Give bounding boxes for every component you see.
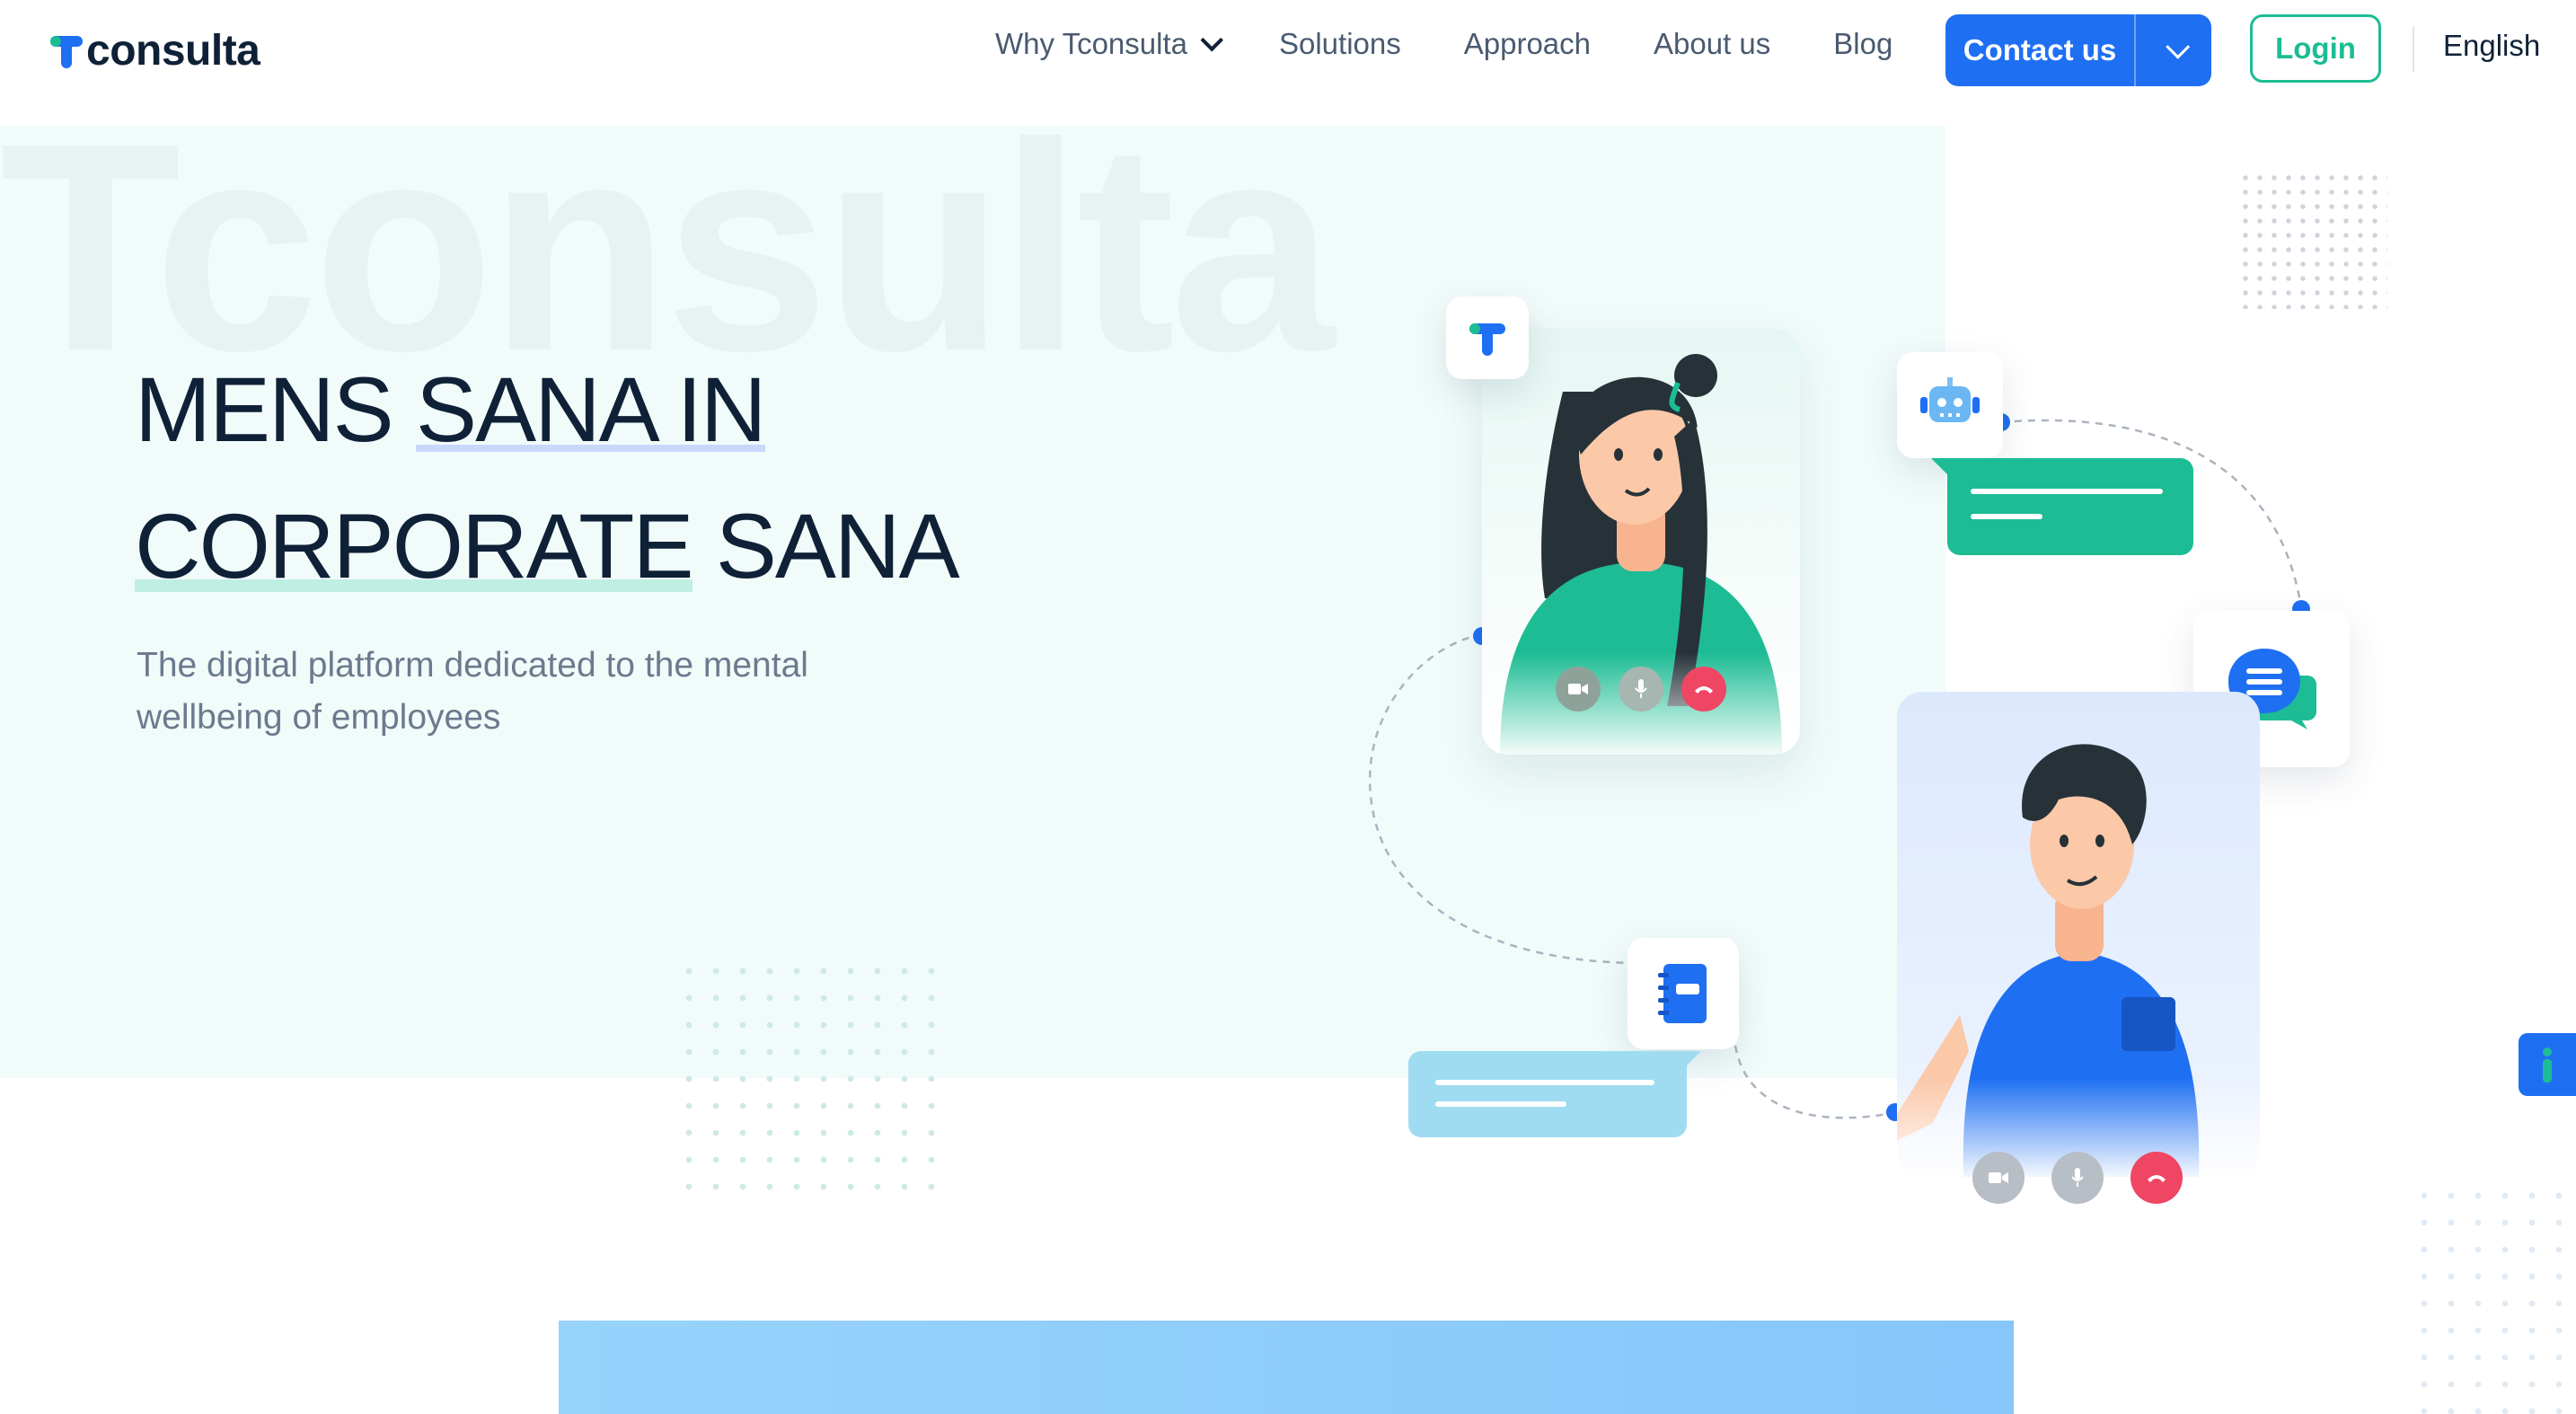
language-selector[interactable]: English [2443, 29, 2540, 63]
site-logo[interactable]: consulta [50, 25, 260, 75]
man-video-card [1897, 692, 2260, 1177]
headline-highlight-blue: SANA IN [416, 358, 766, 461]
bubble-tail [1665, 1051, 1701, 1078]
next-section-banner [559, 1321, 2014, 1414]
hang-up-icon[interactable] [2130, 1152, 2183, 1204]
chevron-down-icon [1200, 29, 1223, 52]
divider [2413, 27, 2414, 72]
site-header: consulta Why Tconsulta Solutions Approac… [0, 0, 2576, 101]
microphone-icon[interactable] [2051, 1152, 2104, 1204]
accessibility-icon [2543, 1047, 2552, 1083]
video-icon[interactable] [1972, 1152, 2025, 1204]
nav-item-label: About us [1654, 27, 1771, 60]
chevron-down-icon [2165, 34, 2190, 59]
microphone-icon[interactable] [1619, 667, 1663, 711]
video-icon[interactable] [1556, 667, 1601, 711]
headline-part: SANA [692, 495, 960, 597]
nav-item-label: Blog [1833, 27, 1893, 60]
headline-highlight-green: CORPORATE [135, 495, 693, 597]
nav-item-label: Solutions [1278, 27, 1401, 60]
nav-item-blog[interactable]: Blog [1833, 27, 1892, 61]
nav-item-why-tconsulta[interactable]: Why Tconsulta [995, 27, 1223, 61]
contact-us-button-group: Contact us [1945, 14, 2211, 86]
man-avatar [1897, 744, 2260, 1177]
logo-text: consulta [86, 26, 260, 75]
chat-bubble-blue [1408, 1051, 1687, 1137]
hang-up-icon[interactable] [1681, 667, 1726, 711]
contact-dropdown-toggle[interactable] [2136, 14, 2211, 86]
chat-bubble-green [1947, 458, 2193, 555]
robot-icon [1897, 352, 2003, 458]
accessibility-tab[interactable] [2519, 1033, 2576, 1096]
tconsulta-logo-icon [1446, 296, 1529, 379]
login-button[interactable]: Login [2250, 14, 2381, 83]
notebook-icon [1628, 938, 1739, 1049]
headline-part: MENS [135, 358, 417, 461]
main-nav: Why Tconsulta Solutions Approach About u… [995, 27, 1955, 61]
contact-us-button[interactable]: Contact us [1945, 14, 2134, 86]
nav-item-label: Approach [1463, 27, 1592, 60]
tconsulta-logo-icon [50, 31, 83, 70]
nav-item-approach[interactable]: Approach [1464, 27, 1591, 61]
bubble-tail [1931, 458, 1967, 485]
nav-item-label: Why Tconsulta [995, 27, 1187, 60]
nav-item-about-us[interactable]: About us [1654, 27, 1770, 61]
nav-item-solutions[interactable]: Solutions [1279, 27, 1401, 61]
